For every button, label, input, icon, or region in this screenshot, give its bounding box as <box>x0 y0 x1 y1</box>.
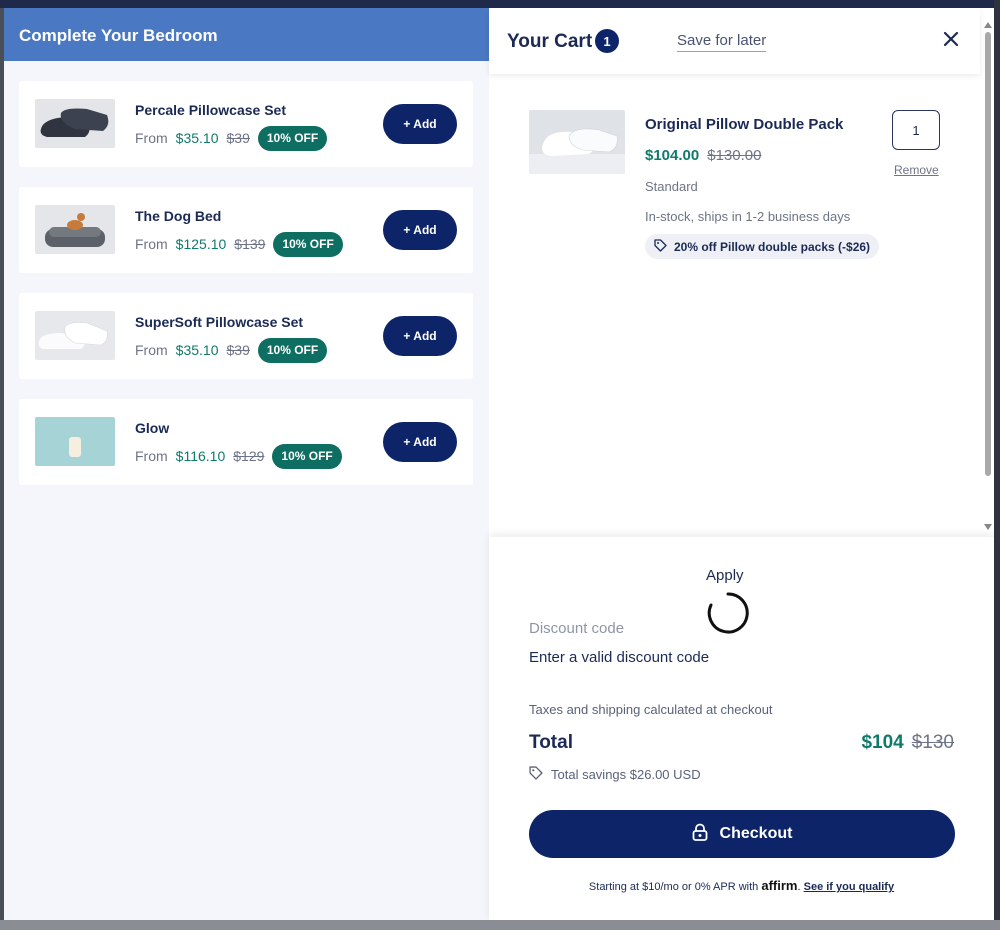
from-label: From <box>135 236 168 252</box>
add-button[interactable]: + Add <box>383 104 457 144</box>
cart-item-stock: In-stock, ships in 1-2 business days <box>645 209 851 224</box>
cart-item-name[interactable]: Original Pillow Double Pack <box>645 116 843 133</box>
rec-name[interactable]: SuperSoft Pillowcase Set <box>135 314 303 330</box>
rec-price-row: From $125.10 $139 10% OFF <box>135 231 343 257</box>
discount-badge: 10% OFF <box>272 443 342 469</box>
affirm-financing-row: Starting at $10/mo or 0% APR with affirm… <box>588 878 895 893</box>
total-savings: Total savings $26.00 USD <box>529 766 701 783</box>
promo-chip: 20% off Pillow double packs (-$26) <box>645 234 880 259</box>
add-button[interactable]: + Add <box>383 210 457 250</box>
rec-name[interactable]: The Dog Bed <box>135 208 221 224</box>
product-image <box>35 205 115 254</box>
rec-card: Glow From $116.10 $129 10% OFF + Add <box>19 399 473 485</box>
cart-panel: Your Cart 1 Save for later Original Pill… <box>489 8 994 920</box>
cart-title: Your Cart <box>507 31 593 52</box>
quantity-input[interactable]: 1 <box>892 110 940 150</box>
page-backdrop-top <box>0 0 1000 8</box>
tag-icon <box>654 238 667 255</box>
sale-price: $35.10 <box>175 342 219 358</box>
discount-badge: 10% OFF <box>257 125 328 151</box>
rec-price-row: From $35.10 $39 10% OFF <box>135 337 328 363</box>
cart-item-original-price: $130.00 <box>707 147 762 164</box>
promo-text: 20% off Pillow double packs (-$26) <box>674 239 871 254</box>
discount-badge: 10% OFF <box>273 231 343 257</box>
sale-price: $116.10 <box>175 448 226 464</box>
checkout-button[interactable]: Checkout <box>529 810 955 858</box>
remove-link[interactable]: Remove <box>894 163 939 177</box>
original-price: $129 <box>233 448 265 464</box>
rec-price-row: From $116.10 $129 10% OFF <box>135 443 342 469</box>
order-summary: Apply Discount code Enter a valid discou… <box>489 537 994 920</box>
recommendations-panel: Complete Your Bedroom Percale Pillowcase… <box>4 8 489 920</box>
total-sale-price: $104 <box>861 732 904 753</box>
rec-price-row: From $35.10 $39 10% OFF <box>135 125 328 151</box>
from-label: From <box>135 130 168 146</box>
see-if-you-qualify-link[interactable]: See if you qualify <box>804 881 894 893</box>
lock-icon <box>692 823 708 846</box>
product-image <box>35 417 115 466</box>
tax-note: Taxes and shipping calculated at checkou… <box>529 702 773 717</box>
discount-badge: 10% OFF <box>257 337 328 363</box>
total-label: Total <box>529 732 573 753</box>
affirm-prefix: Starting at $10/mo or 0% APR with <box>588 881 759 893</box>
scroll-up-arrow-icon[interactable] <box>984 22 992 28</box>
checkout-label: Checkout <box>719 825 793 842</box>
rec-card: Percale Pillowcase Set From $35.10 $39 1… <box>19 81 473 167</box>
save-for-later-link[interactable]: Save for later <box>677 32 767 52</box>
recommendations-title: Complete Your Bedroom <box>4 8 489 61</box>
scroll-thumb[interactable] <box>985 32 991 476</box>
rec-card: SuperSoft Pillowcase Set From $35.10 $39… <box>19 293 473 379</box>
product-image <box>35 99 115 148</box>
discount-error-message: Enter a valid discount code <box>529 649 710 666</box>
total-original-price: $130 <box>911 732 954 753</box>
add-button[interactable]: + Add <box>383 316 457 356</box>
tag-icon <box>529 766 543 783</box>
sale-price: $35.10 <box>175 130 219 146</box>
apply-button[interactable]: Apply <box>706 567 744 584</box>
add-button[interactable]: + Add <box>383 422 457 462</box>
cart-item-image <box>529 110 625 174</box>
rec-card: The Dog Bed From $125.10 $139 10% OFF + … <box>19 187 473 273</box>
cart-item-sale-price: $104.00 <box>645 147 700 164</box>
close-icon[interactable] <box>940 28 962 50</box>
rec-name[interactable]: Percale Pillowcase Set <box>135 102 286 118</box>
loading-spinner-icon <box>706 591 750 635</box>
scroll-down-arrow-icon[interactable] <box>984 524 992 530</box>
sale-price: $125.10 <box>175 236 227 252</box>
discount-code-label[interactable]: Discount code <box>529 620 624 637</box>
cart-count-badge: 1 <box>595 29 619 53</box>
cart-header: Your Cart 1 Save for later <box>489 8 980 74</box>
from-label: From <box>135 448 168 464</box>
original-price: $39 <box>226 130 250 146</box>
product-image <box>35 311 115 360</box>
cart-item-price-row: $104.00 $130.00 <box>645 147 761 164</box>
from-label: From <box>135 342 168 358</box>
page-backdrop-bottom <box>0 920 1000 930</box>
total-prices: $104 $130 <box>861 732 954 754</box>
page-backdrop-right <box>994 0 1000 930</box>
original-price: $139 <box>234 236 266 252</box>
cart-scrollbar[interactable] <box>982 22 994 538</box>
cart-modal: Complete Your Bedroom Percale Pillowcase… <box>4 8 994 920</box>
original-price: $39 <box>226 342 250 358</box>
rec-name[interactable]: Glow <box>135 420 169 436</box>
savings-text: Total savings $26.00 USD <box>551 767 701 782</box>
affirm-logo: affirm <box>761 878 798 893</box>
cart-item-variant: Standard <box>645 179 698 194</box>
